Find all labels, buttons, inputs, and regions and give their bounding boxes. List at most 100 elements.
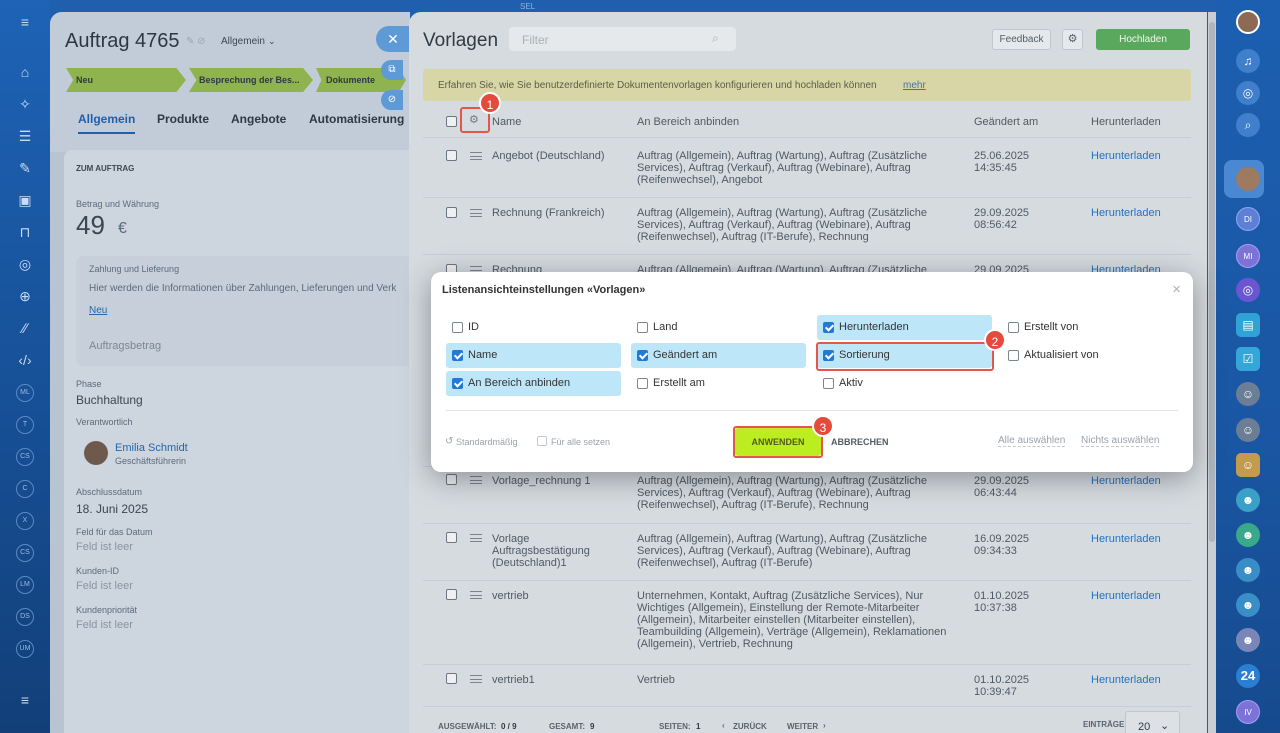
sign-icon[interactable]: ✎ [15, 158, 35, 178]
for-all-checkbox[interactable] [537, 436, 547, 446]
download-link[interactable]: Herunterladen [1091, 150, 1161, 162]
checkbox[interactable] [1008, 322, 1019, 333]
row-checkbox[interactable] [446, 673, 457, 684]
checkbox[interactable] [637, 322, 648, 333]
deal-category[interactable]: Allgemein [221, 36, 265, 47]
search-icon[interactable]: ⌕ [1236, 113, 1260, 137]
chat-icon[interactable]: ▤ [1236, 313, 1260, 337]
checkbox[interactable] [637, 378, 648, 389]
responsible-name[interactable]: Emilia Schmidt [115, 442, 188, 454]
automation-icon[interactable]: ⊕ [15, 286, 35, 306]
option-id[interactable]: ID [446, 315, 621, 340]
drag-handle-icon[interactable] [470, 534, 482, 542]
code-icon[interactable]: ‹/› [15, 350, 35, 370]
checkbox[interactable] [823, 378, 834, 389]
filter-input[interactable]: Filter ⌕ [509, 27, 736, 51]
task-icon[interactable]: ☑ [1236, 347, 1260, 371]
drag-handle-icon[interactable] [470, 152, 482, 160]
link-icon[interactable]: ⊘ [381, 90, 403, 110]
group-avatar[interactable]: ☺ [1236, 453, 1260, 477]
option-erstellt-am[interactable]: Erstellt am [631, 371, 806, 396]
row-checkbox[interactable] [446, 589, 457, 600]
checkbox[interactable] [1008, 350, 1019, 361]
upload-button[interactable]: Hochladen [1096, 29, 1190, 50]
column-header[interactable]: Name [492, 116, 521, 128]
rail-item[interactable]: CS [16, 544, 34, 562]
download-link[interactable]: Herunterladen [1091, 674, 1161, 686]
rail-item[interactable]: ML [16, 384, 34, 402]
scrollbar[interactable] [1208, 12, 1216, 733]
row-checkbox[interactable] [446, 474, 457, 485]
entries-select[interactable]: 20 ⌄ [1125, 711, 1180, 733]
chat-icon[interactable]: ◎ [1236, 278, 1260, 302]
option-erstellt-von[interactable]: Erstellt von [1002, 315, 1177, 340]
rail-item[interactable]: UM [16, 640, 34, 658]
column-header[interactable]: Geändert am [974, 116, 1038, 128]
close-icon[interactable]: ✕ [1172, 283, 1181, 296]
tab-produkte[interactable]: Produkte [157, 112, 209, 126]
next-button[interactable]: WEITER [787, 722, 818, 731]
column-header[interactable]: An Bereich anbinden [637, 116, 739, 128]
drag-handle-icon[interactable] [470, 675, 482, 683]
close-icon[interactable]: ✕ [376, 26, 410, 52]
avatar[interactable] [84, 441, 108, 465]
chat-avatar[interactable]: IV [1236, 700, 1260, 724]
tab-automatisierung[interactable]: Automatisierung [309, 112, 404, 126]
group-icon[interactable]: ☻ [1236, 628, 1260, 652]
option-herunterladen[interactable]: Herunterladen [817, 315, 992, 340]
rail-item[interactable]: CS [16, 448, 34, 466]
chevron-left-icon[interactable]: ‹ [722, 721, 725, 730]
download-link[interactable]: Herunterladen [1091, 475, 1161, 487]
row-checkbox[interactable] [446, 207, 457, 218]
open-new-window-icon[interactable]: ⧉ [381, 60, 403, 80]
marketing-icon[interactable]: ◎ [15, 254, 35, 274]
user-avatar[interactable] [1236, 10, 1260, 34]
option-an-bereich-anbinden[interactable]: An Bereich anbinden [446, 371, 621, 396]
download-link[interactable]: Herunterladen [1091, 207, 1161, 219]
column-header[interactable]: Herunterladen [1091, 116, 1161, 128]
stage-item[interactable]: Besprechung der Bes... [189, 68, 313, 92]
checkbox[interactable] [452, 322, 463, 333]
checkbox[interactable] [452, 378, 463, 389]
row-checkbox[interactable] [446, 150, 457, 161]
feedback-button[interactable]: Feedback [992, 29, 1051, 50]
more-icon[interactable]: ≡ [15, 690, 35, 710]
rail-item[interactable]: DS [16, 608, 34, 626]
default-link[interactable]: Standardmäßig [456, 437, 518, 447]
option-land[interactable]: Land [631, 315, 806, 340]
rail-item[interactable]: C [16, 480, 34, 498]
stage-item[interactable]: Neu [66, 68, 186, 92]
menu-icon[interactable]: ≡ [15, 12, 35, 32]
edit-icon[interactable]: ✎ ⊘ [186, 36, 206, 47]
back-button[interactable]: ZURÜCK [733, 722, 767, 731]
bitrix24-logo[interactable]: 24 [1236, 664, 1260, 688]
group-avatar[interactable]: ☺ [1236, 382, 1260, 406]
tab-angebote[interactable]: Angebote [231, 112, 286, 126]
table-row[interactable]: Rechnung (Frankreich) Auftrag (Allgemein… [423, 198, 1191, 255]
shop-icon[interactable]: ⊓ [15, 222, 35, 242]
drag-handle-icon[interactable] [470, 476, 482, 484]
row-checkbox[interactable] [446, 532, 457, 543]
table-row[interactable]: Vorlage Auftragsbestätigung (Deutschland… [423, 524, 1191, 581]
drag-handle-icon[interactable] [470, 209, 482, 217]
group-avatar[interactable]: ☺ [1236, 418, 1260, 442]
table-row[interactable]: Angebot (Deutschland) Auftrag (Allgemein… [423, 138, 1191, 198]
group-icon[interactable]: ☻ [1236, 523, 1260, 547]
table-row[interactable]: vertrieb1 Vertrieb 01.10.2025 10:39:47 H… [423, 665, 1191, 707]
rail-item[interactable]: T [16, 416, 34, 434]
checkbox[interactable] [452, 350, 463, 361]
group-icon[interactable]: ☻ [1236, 488, 1260, 512]
crm-icon[interactable]: ☰ [15, 126, 35, 146]
rail-item[interactable]: LM [16, 576, 34, 594]
chevron-down-icon[interactable]: ⌄ [268, 36, 276, 47]
search-icon[interactable]: ⌕ [712, 31, 719, 46]
reset-icon[interactable]: ↺ [445, 436, 453, 447]
scrollbar-thumb[interactable] [1209, 22, 1215, 542]
checkbox[interactable] [637, 350, 648, 361]
table-row[interactable]: vertrieb Unternehmen, Kontakt, Auftrag (… [423, 581, 1191, 665]
tab-allgemein[interactable]: Allgemein [78, 112, 136, 134]
new-link[interactable]: Neu [89, 305, 107, 316]
download-link[interactable]: Herunterladen [1091, 590, 1161, 602]
chat-avatar[interactable]: DI [1236, 207, 1260, 231]
group-icon[interactable]: ☻ [1236, 558, 1260, 582]
